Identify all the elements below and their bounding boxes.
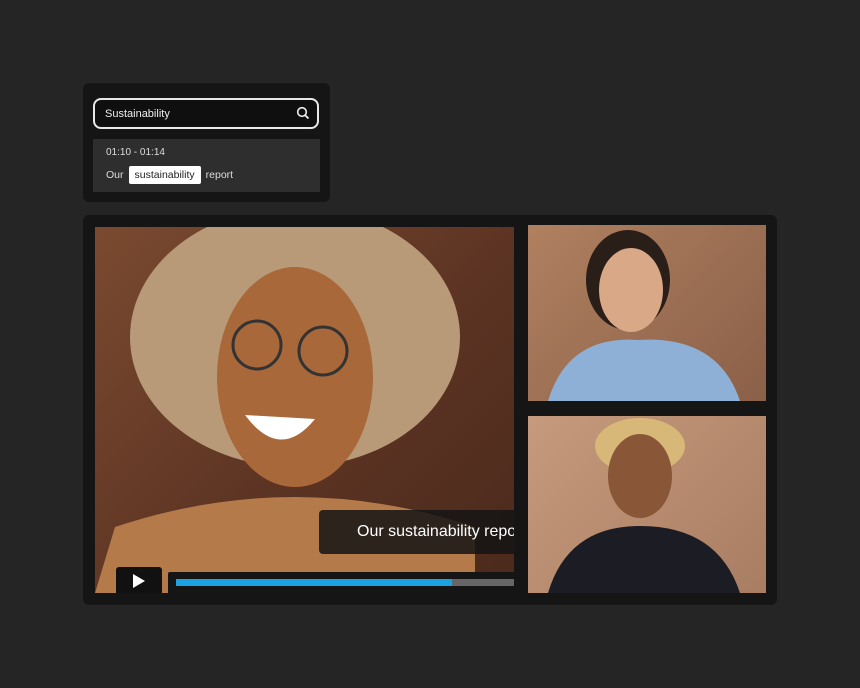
video-player: Our sustainability report <box>83 215 777 605</box>
participant-image-2 <box>548 418 740 593</box>
main-video-feed[interactable]: Our sustainability report <box>95 227 514 593</box>
subtitle-caption: Our sustainability report <box>319 510 514 554</box>
play-button[interactable] <box>116 567 162 593</box>
result-text-after: report <box>205 169 234 181</box>
player-controls-bar <box>168 572 514 593</box>
result-text: Our sustainability report <box>106 166 233 184</box>
search-icon[interactable] <box>296 106 310 120</box>
search-input[interactable] <box>105 100 285 127</box>
participant-video-2[interactable] <box>528 416 766 593</box>
result-highlight: sustainability <box>128 166 201 184</box>
result-timestamp: 01:10 - 01:14 <box>106 147 165 158</box>
search-result-item[interactable]: 01:10 - 01:14 Our sustainability report <box>93 139 320 192</box>
search-box[interactable] <box>93 98 319 129</box>
play-icon <box>133 574 145 588</box>
participant-video-1[interactable] <box>528 225 766 401</box>
transcript-search-panel: 01:10 - 01:14 Our sustainability report <box>83 83 330 202</box>
participant-image-1 <box>548 230 740 401</box>
progress-fill <box>176 579 452 586</box>
progress-bar[interactable] <box>176 579 514 586</box>
result-text-before: Our <box>106 169 124 181</box>
